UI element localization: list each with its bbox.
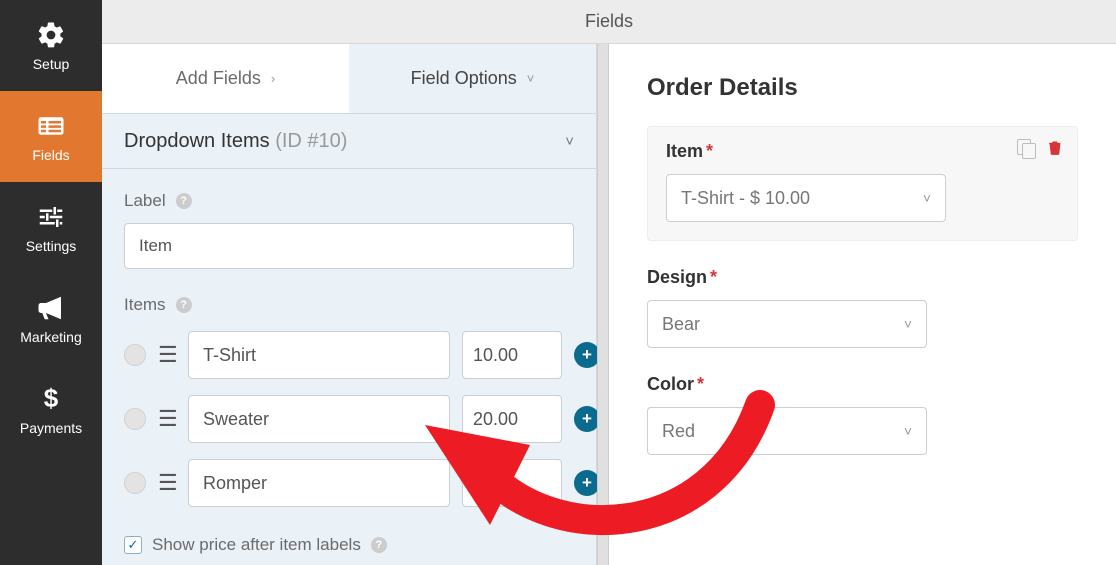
default-radio[interactable] [124,472,146,494]
main-area: Fields Add Fields › Field Options ˅ [102,0,1116,565]
sidebar-item-marketing[interactable]: Marketing [0,273,102,364]
page-title: Fields [585,11,633,32]
topbar: Fields [102,0,1116,44]
field-label: Item* [666,141,1059,162]
select-value: Bear [662,314,700,335]
form-preview: Order Details Item* T-Shirt - $ 10.00 ˅ [609,44,1116,565]
field-label: Design* [647,267,1078,288]
drag-handle-icon[interactable]: ☰ [158,344,176,366]
panel-divider[interactable] [597,44,609,565]
chevron-right-icon: › [271,71,275,86]
dollar-icon: $ [36,384,66,414]
section-id: (ID #10) [275,130,347,152]
default-radio[interactable] [124,408,146,430]
sidebar: Setup Fields Settings Marketing $ Paymen… [0,0,102,565]
preview-field-design[interactable]: Design* Bear ˅ [647,267,1078,348]
item-name-input[interactable] [188,459,450,507]
sidebar-item-fields[interactable]: Fields [0,91,102,182]
default-radio[interactable] [124,344,146,366]
help-icon[interactable]: ? [371,537,387,553]
item-row: ☰ + − [124,395,574,443]
item-row: ☰ + − [124,459,574,507]
form-icon [36,111,66,141]
item-row: ☰ + − [124,331,574,379]
options-panel: Add Fields › Field Options ˅ Dropdown It… [102,44,597,565]
color-select[interactable]: Red ˅ [647,407,927,455]
sidebar-label: Setup [33,56,70,72]
label-input[interactable] [124,223,574,269]
label-label: Label ? [124,191,574,211]
help-icon[interactable]: ? [176,193,192,209]
items-label: Items ? [124,295,574,315]
drag-handle-icon[interactable]: ☰ [158,408,176,430]
sidebar-label: Marketing [20,329,81,345]
chevron-down-icon: ˅ [904,423,912,439]
show-price-checkbox[interactable]: ✓ [124,536,142,554]
trash-icon[interactable] [1047,139,1063,161]
sidebar-item-settings[interactable]: Settings [0,182,102,273]
select-value: T-Shirt - $ 10.00 [681,188,810,209]
select-value: Red [662,421,695,442]
tab-add-fields[interactable]: Add Fields › [102,44,349,113]
required-indicator: * [706,141,713,161]
required-indicator: * [697,374,704,394]
item-price-input[interactable] [462,331,562,379]
form-title: Order Details [647,74,1078,102]
tab-label: Field Options [411,68,517,89]
drag-handle-icon[interactable]: ☰ [158,472,176,494]
preview-field-item[interactable]: Item* T-Shirt - $ 10.00 ˅ [647,126,1078,241]
chevron-down-icon: ˅ [565,133,574,150]
item-price-input[interactable] [462,459,562,507]
sidebar-label: Payments [20,420,82,436]
design-select[interactable]: Bear ˅ [647,300,927,348]
preview-field-color[interactable]: Color* Red ˅ [647,374,1078,455]
field-label: Color* [647,374,1078,395]
chevron-down-icon: ˅ [527,71,535,86]
tab-field-options[interactable]: Field Options ˅ [349,44,596,113]
duplicate-icon[interactable] [1017,139,1035,157]
sidebar-label: Settings [26,238,77,254]
item-select[interactable]: T-Shirt - $ 10.00 ˅ [666,174,946,222]
section-title: Dropdown Items (ID #10) [124,130,347,153]
sidebar-item-setup[interactable]: Setup [0,0,102,91]
bullhorn-icon [36,293,66,323]
sidebar-label: Fields [32,147,69,163]
tab-label: Add Fields [176,68,261,89]
item-name-input[interactable] [188,331,450,379]
gear-icon [36,20,66,50]
required-indicator: * [710,267,717,287]
item-name-input[interactable] [188,395,450,443]
sliders-icon [36,202,66,232]
chevron-down-icon: ˅ [904,316,912,332]
sidebar-item-payments[interactable]: $ Payments [0,364,102,455]
show-price-label: Show price after item labels [152,535,361,555]
section-header[interactable]: Dropdown Items (ID #10) ˅ [102,114,596,169]
help-icon[interactable]: ? [176,297,192,313]
chevron-down-icon: ˅ [923,190,931,206]
item-price-input[interactable] [462,395,562,443]
